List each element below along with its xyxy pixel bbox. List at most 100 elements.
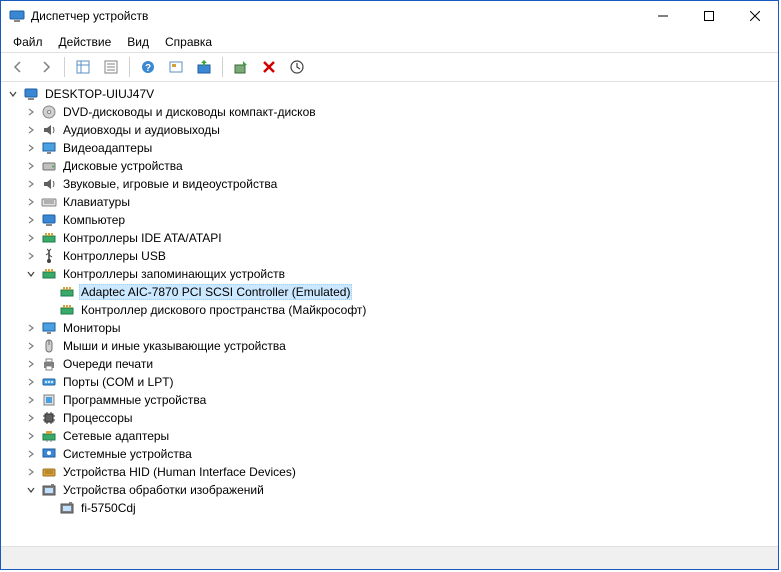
svg-text:?: ?: [145, 63, 151, 74]
chevron-right-icon[interactable]: [23, 140, 39, 156]
tree-item-label: Сетевые адаптеры: [61, 429, 171, 443]
chevron-right-icon[interactable]: [23, 428, 39, 444]
imaging-icon: [41, 482, 57, 498]
imaging-icon: [59, 500, 75, 516]
minimize-button[interactable]: [640, 1, 686, 31]
menu-view[interactable]: Вид: [119, 33, 157, 51]
chevron-right-icon[interactable]: [23, 392, 39, 408]
menu-file[interactable]: Файл: [5, 33, 51, 51]
tree-item[interactable]: Порты (COM и LPT): [3, 373, 778, 391]
tree-item[interactable]: DVD-дисководы и дисководы компакт-дисков: [3, 103, 778, 121]
tree-item[interactable]: Устройства обработки изображений: [3, 481, 778, 499]
tree-item-label: Устройства обработки изображений: [61, 483, 266, 497]
chevron-right-icon[interactable]: [23, 176, 39, 192]
tree-item-label: Дисковые устройства: [61, 159, 185, 173]
chevron-right-icon[interactable]: [23, 158, 39, 174]
tree-item[interactable]: Сетевые адаптеры: [3, 427, 778, 445]
toolbar-forward-button[interactable]: [33, 54, 59, 80]
chevron-right-icon[interactable]: [23, 212, 39, 228]
toolbar: ?: [1, 52, 778, 82]
chevron-right-icon[interactable]: [23, 410, 39, 426]
chevron-right-icon[interactable]: [23, 194, 39, 210]
close-button[interactable]: [732, 1, 778, 31]
device-tree[interactable]: DESKTOP-UIUJ47V DVD-дисководы и дисководы…: [1, 83, 778, 519]
chevron-right-icon[interactable]: [23, 338, 39, 354]
toolbar-separator: [129, 57, 130, 77]
menu-help[interactable]: Справка: [157, 33, 220, 51]
device-manager-window: Диспетчер устройств Файл Действие Вид Сп…: [0, 0, 779, 570]
chevron-right-icon[interactable]: [23, 230, 39, 246]
toolbar-action-button[interactable]: [163, 54, 189, 80]
tree-item[interactable]: Adaptec AIC-7870 PCI SCSI Controller (Em…: [3, 283, 778, 301]
tree-item[interactable]: Клавиатуры: [3, 193, 778, 211]
tree-item[interactable]: Контроллеры IDE ATA/ATAPI: [3, 229, 778, 247]
toolbar-separator: [64, 57, 65, 77]
tree-item-label: Контроллеры запоминающих устройств: [61, 267, 287, 281]
twisty-none: [41, 284, 57, 300]
tree-item[interactable]: Процессоры: [3, 409, 778, 427]
twisty-none: [41, 302, 57, 318]
twisty-none: [41, 500, 57, 516]
toolbar-uninstall-button[interactable]: [256, 54, 282, 80]
tree-item-label: Видеоадаптеры: [61, 141, 154, 155]
menubar: Файл Действие Вид Справка: [1, 32, 778, 52]
tree-item[interactable]: Видеоадаптеры: [3, 139, 778, 157]
tree-item[interactable]: Очереди печати: [3, 355, 778, 373]
app-icon: [9, 8, 25, 24]
tree-item-label: Контроллеры IDE ATA/ATAPI: [61, 231, 224, 245]
toolbar-help-button[interactable]: ?: [135, 54, 161, 80]
toolbar-properties-button[interactable]: [98, 54, 124, 80]
controller-icon: [59, 302, 75, 318]
network-icon: [41, 428, 57, 444]
software-icon: [41, 392, 57, 408]
tree-item[interactable]: Устройства HID (Human Interface Devices): [3, 463, 778, 481]
chevron-right-icon[interactable]: [23, 320, 39, 336]
chevron-right-icon[interactable]: [23, 446, 39, 462]
tree-item[interactable]: Программные устройства: [3, 391, 778, 409]
tree-item[interactable]: DESKTOP-UIUJ47V: [3, 85, 778, 103]
tree-item[interactable]: Контроллер дискового пространства (Майкр…: [3, 301, 778, 319]
chevron-down-icon[interactable]: [23, 482, 39, 498]
tree-item-label: Программные устройства: [61, 393, 208, 407]
content-area[interactable]: DESKTOP-UIUJ47V DVD-дисководы и дисководы…: [1, 82, 778, 546]
tree-item-label: Процессоры: [61, 411, 135, 425]
tree-item[interactable]: Мониторы: [3, 319, 778, 337]
menu-action[interactable]: Действие: [51, 33, 120, 51]
tree-item[interactable]: Мыши и иные указывающие устройства: [3, 337, 778, 355]
controller-icon: [59, 284, 75, 300]
tree-item[interactable]: Контроллеры запоминающих устройств: [3, 265, 778, 283]
chevron-down-icon[interactable]: [5, 86, 21, 102]
chevron-right-icon[interactable]: [23, 104, 39, 120]
tree-item[interactable]: Системные устройства: [3, 445, 778, 463]
tree-item[interactable]: Дисковые устройства: [3, 157, 778, 175]
tree-item-label: Контроллер дискового пространства (Майкр…: [79, 303, 368, 317]
toolbar-scan-button[interactable]: [284, 54, 310, 80]
tree-item-label: Adaptec AIC-7870 PCI SCSI Controller (Em…: [79, 284, 352, 300]
toolbar-enable-button[interactable]: [228, 54, 254, 80]
display-icon: [41, 140, 57, 156]
tree-item[interactable]: Компьютер: [3, 211, 778, 229]
tree-item-label: Контроллеры USB: [61, 249, 168, 263]
tree-item-label: Компьютер: [61, 213, 127, 227]
chevron-right-icon[interactable]: [23, 374, 39, 390]
chevron-right-icon[interactable]: [23, 122, 39, 138]
tree-item[interactable]: fi-5750Cdj: [3, 499, 778, 517]
chevron-right-icon[interactable]: [23, 356, 39, 372]
maximize-button[interactable]: [686, 1, 732, 31]
hid-icon: [41, 464, 57, 480]
chevron-right-icon[interactable]: [23, 248, 39, 264]
tree-item-label: Клавиатуры: [61, 195, 132, 209]
toolbar-show-hide-tree-button[interactable]: [70, 54, 96, 80]
toolbar-update-driver-button[interactable]: [191, 54, 217, 80]
tree-item[interactable]: Аудиовходы и аудиовыходы: [3, 121, 778, 139]
tree-item[interactable]: Контроллеры USB: [3, 247, 778, 265]
chevron-down-icon[interactable]: [23, 266, 39, 282]
tree-item-label: DESKTOP-UIUJ47V: [43, 87, 156, 101]
disc-icon: [41, 104, 57, 120]
tree-item[interactable]: Звуковые, игровые и видеоустройства: [3, 175, 778, 193]
window-controls: [640, 1, 778, 31]
cpu-icon: [41, 410, 57, 426]
chevron-right-icon[interactable]: [23, 464, 39, 480]
controller-icon: [41, 266, 57, 282]
toolbar-back-button[interactable]: [5, 54, 31, 80]
